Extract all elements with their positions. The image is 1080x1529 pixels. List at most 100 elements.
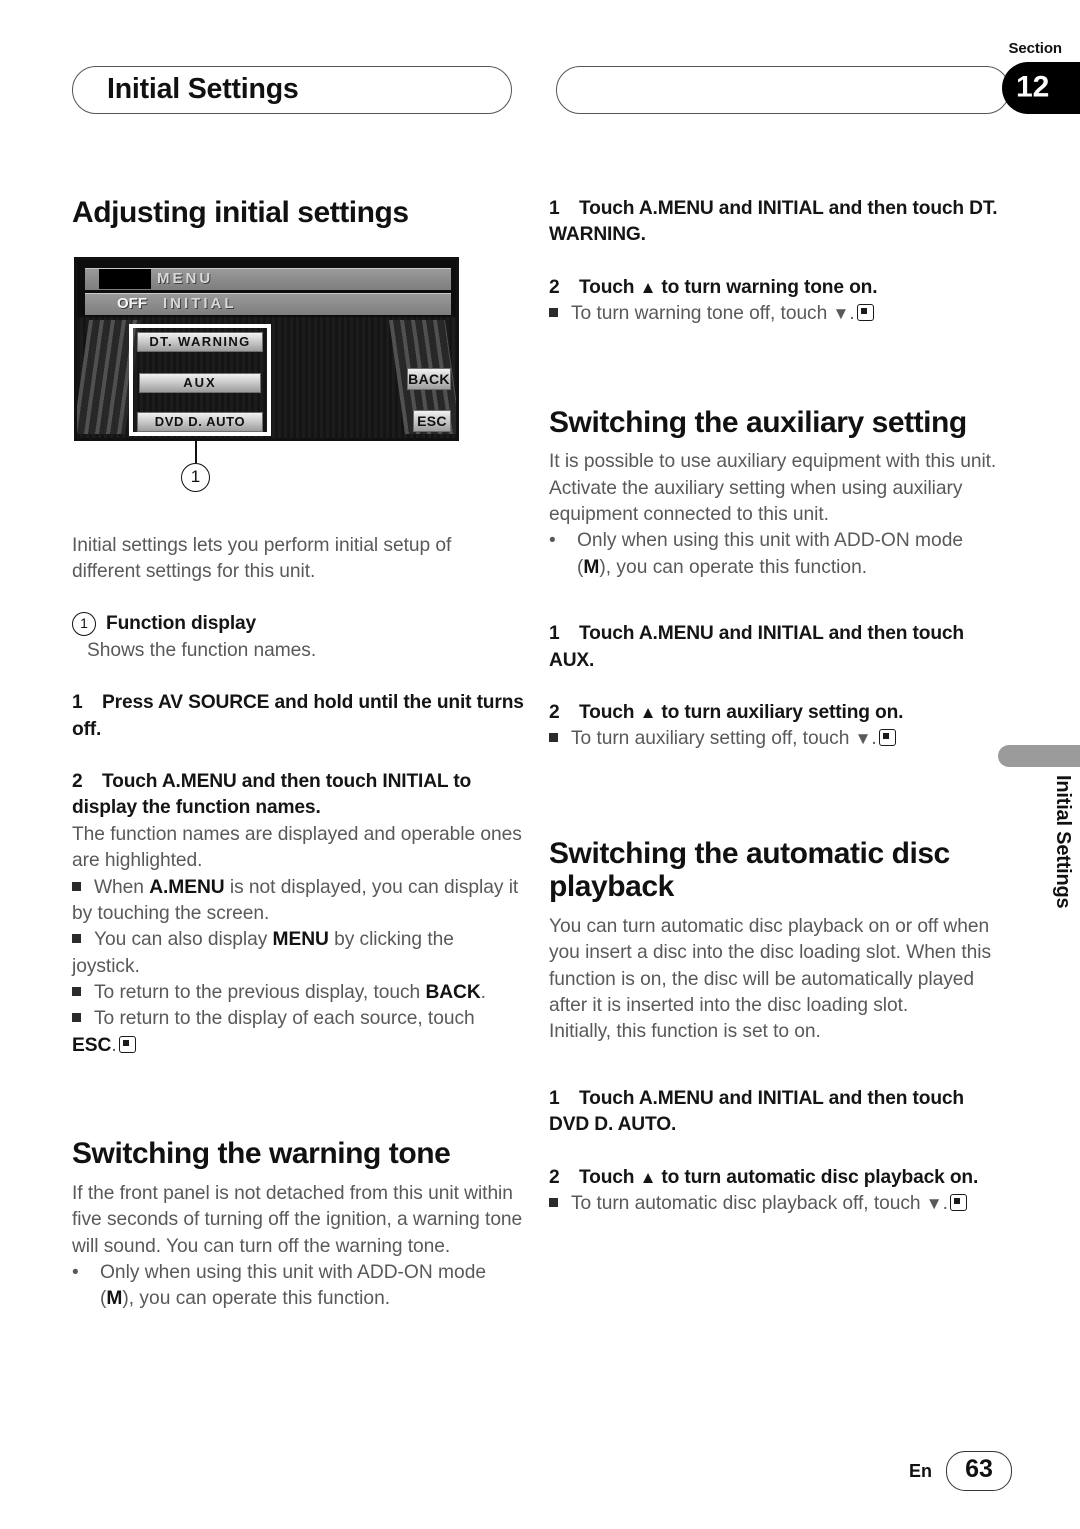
note-left-2: You can also display MENU by clicking th… xyxy=(72,927,524,980)
step-2-warning: 2 Touch ▲ to turn warning tone on. xyxy=(549,275,1001,301)
step-2-left-body: The function names are displayed and ope… xyxy=(72,823,522,872)
note-left-1-bold: A.MENU xyxy=(149,876,225,898)
screen-key-back[interactable]: BACK xyxy=(407,367,451,390)
step-2-disc-pre: Touch xyxy=(579,1166,640,1188)
note-left-4-pre: To return to the display of each source,… xyxy=(94,1008,475,1030)
warning-tone-bullet-bold: M xyxy=(106,1288,123,1310)
screen-key-esc[interactable]: ESC xyxy=(413,409,451,432)
note-end-marker-icon xyxy=(949,1193,967,1211)
disc-playback-body: You can turn automatic disc playback on … xyxy=(549,915,991,1017)
screen-menu-label: MENU xyxy=(157,269,214,287)
step-1-left-number: 1 xyxy=(72,692,83,714)
triangle-up-icon: ▲ xyxy=(639,277,657,297)
note-left-4-post: . xyxy=(111,1034,117,1056)
note-end-marker-icon xyxy=(118,1035,136,1053)
note-auxiliary-off: To turn auxiliary setting off, touch ▼. xyxy=(549,726,1001,752)
note-left-3-bold: BACK xyxy=(425,982,481,1004)
warning-tone-body: If the front panel is not detached from … xyxy=(72,1182,523,1257)
screen-key-dvd-d-auto[interactable]: DVD D. AUTO xyxy=(137,411,263,432)
heading-switching-auxiliary-setting: Switching the auxiliary setting xyxy=(549,405,967,439)
footer-page-number: 63 xyxy=(946,1451,1012,1491)
note-left-1: When A.MENU is not displayed, you can di… xyxy=(72,875,524,928)
note-end-marker-icon xyxy=(856,304,874,322)
step-2-left: 2 Touch A.MENU and then touch INITIAL to … xyxy=(72,769,524,822)
heading-switching-automatic-disc-playback: Switching the automatic disc playback xyxy=(549,836,950,904)
note-square-icon xyxy=(549,733,558,743)
triangle-down-icon: ▼ xyxy=(832,304,850,324)
screen-initial-label: INITIAL xyxy=(163,294,237,312)
step-1-auxiliary-number: 1 xyxy=(549,623,560,645)
note-left-4: To return to the display of each source,… xyxy=(72,1006,524,1059)
callout-definition-marker: 1 xyxy=(72,612,96,637)
screen-source-indicator xyxy=(99,268,151,289)
callout-definition-label: Function display xyxy=(106,613,257,635)
screen-off-label: OFF xyxy=(117,294,147,312)
step-1-disc-text: Touch A.MENU and INITIAL and then touch … xyxy=(549,1087,964,1136)
step-1-warning: 1 Touch A.MENU and INITIAL and then touch… xyxy=(549,196,1001,249)
step-2-warning-post: to turn warning tone on. xyxy=(656,276,878,298)
note-left-1-pre: When xyxy=(94,876,150,898)
triangle-down-icon: ▼ xyxy=(925,1193,943,1213)
section-number: 12 xyxy=(1016,70,1050,104)
heading-switching-warning-tone: Switching the warning tone xyxy=(72,1137,451,1171)
step-2-auxiliary: 2 Touch ▲ to turn auxiliary setting on. xyxy=(549,700,1001,726)
bullet-dot-icon: • xyxy=(549,530,556,552)
page-title: Initial Settings xyxy=(107,72,299,105)
note-left-4-bold: ESC xyxy=(72,1034,112,1056)
step-2-disc: 2 Touch ▲ to turn automatic disc playback… xyxy=(549,1165,1001,1191)
step-2-warning-number: 2 xyxy=(549,276,560,298)
device-screen-image: MENU OFF INITIAL DT. WARNING AUX DVD D. … xyxy=(74,256,459,441)
header-pill-left: Initial Settings xyxy=(72,66,512,114)
callout-marker-1: 1 xyxy=(181,462,210,492)
note-left-2-bold: MENU xyxy=(272,929,329,951)
note-square-icon xyxy=(72,934,81,944)
step-1-left: 1 Press AV SOURCE and hold until the unit… xyxy=(72,690,524,743)
step-2-auxiliary-number: 2 xyxy=(549,701,560,723)
warning-tone-bullet: • Only when using this unit with ADD-ON m… xyxy=(72,1260,524,1313)
auxiliary-body: It is possible to use auxiliary equipmen… xyxy=(549,451,997,525)
step-2-warning-pre: Touch xyxy=(579,276,640,298)
triangle-up-icon: ▲ xyxy=(639,702,657,722)
note-disc-off: To turn automatic disc playback off, tou… xyxy=(549,1191,1001,1217)
screen-key-dt-warning[interactable]: DT. WARNING xyxy=(137,331,263,352)
step-2-left-text: Touch A.MENU and then touch INITIAL to d… xyxy=(72,770,472,819)
note-auxiliary-off-pre: To turn auxiliary setting off, touch xyxy=(571,728,855,750)
edge-tab-label: Initial Settings xyxy=(1052,775,1074,909)
screen-key-aux[interactable]: AUX xyxy=(139,372,261,393)
step-2-disc-number: 2 xyxy=(549,1166,560,1188)
warning-tone-bullet-post: ), you can operate this function. xyxy=(122,1288,391,1310)
auxiliary-bullet: • Only when using this unit with ADD-ON m… xyxy=(549,528,1001,581)
page-header: Initial Settings Section 12 xyxy=(0,0,1080,130)
note-left-2-pre: You can also display xyxy=(94,929,273,951)
step-2-auxiliary-pre: Touch xyxy=(579,701,640,723)
figure-function-display: MENU OFF INITIAL DT. WARNING AUX DVD D. … xyxy=(72,256,524,492)
note-end-marker-icon xyxy=(878,729,896,747)
step-1-warning-number: 1 xyxy=(549,198,560,219)
intro-paragraph: Initial settings lets you perform initia… xyxy=(72,534,452,582)
step-1-auxiliary-text: Touch A.MENU and INITIAL and then touch … xyxy=(549,623,964,671)
step-1-auxiliary: 1 Touch A.MENU and INITIAL and then touch… xyxy=(549,621,1001,674)
step-2-auxiliary-post: to turn auxiliary setting on. xyxy=(656,701,904,723)
note-warning-off-post: . xyxy=(849,303,855,325)
callout-definition-desc: Shows the function names. xyxy=(87,639,317,661)
section-label: Section xyxy=(1008,40,1063,57)
disc-playback-body-2: Initially, this function is set to on. xyxy=(549,1021,821,1043)
auxiliary-bullet-post: ), you can operate this function. xyxy=(599,556,868,578)
note-left-3: To return to the previous display, touch… xyxy=(72,980,524,1006)
step-1-disc: 1 Touch A.MENU and INITIAL and then touch… xyxy=(549,1086,1001,1139)
note-square-icon xyxy=(72,1013,81,1023)
bullet-dot-icon: • xyxy=(72,1262,79,1283)
step-2-disc-post: to turn automatic disc playback on. xyxy=(656,1166,979,1188)
note-square-icon xyxy=(72,987,81,997)
step-1-left-text: Press AV SOURCE and hold until the unit … xyxy=(72,692,524,740)
triangle-up-icon: ▲ xyxy=(639,1167,657,1187)
note-auxiliary-off-post: . xyxy=(871,728,877,750)
step-1-warning-text: Touch A.MENU and INITIAL and then touch … xyxy=(549,198,998,246)
note-square-icon xyxy=(72,881,81,891)
note-square-icon xyxy=(549,308,558,318)
header-pill-right xyxy=(556,66,1010,114)
page-footer: En 63 xyxy=(909,1451,1012,1491)
right-column: 1 Touch A.MENU and INITIAL and then touch… xyxy=(549,196,1001,1217)
section-number-tab: 12 xyxy=(1002,62,1080,114)
note-disc-off-pre: To turn automatic disc playback off, tou… xyxy=(571,1192,926,1214)
